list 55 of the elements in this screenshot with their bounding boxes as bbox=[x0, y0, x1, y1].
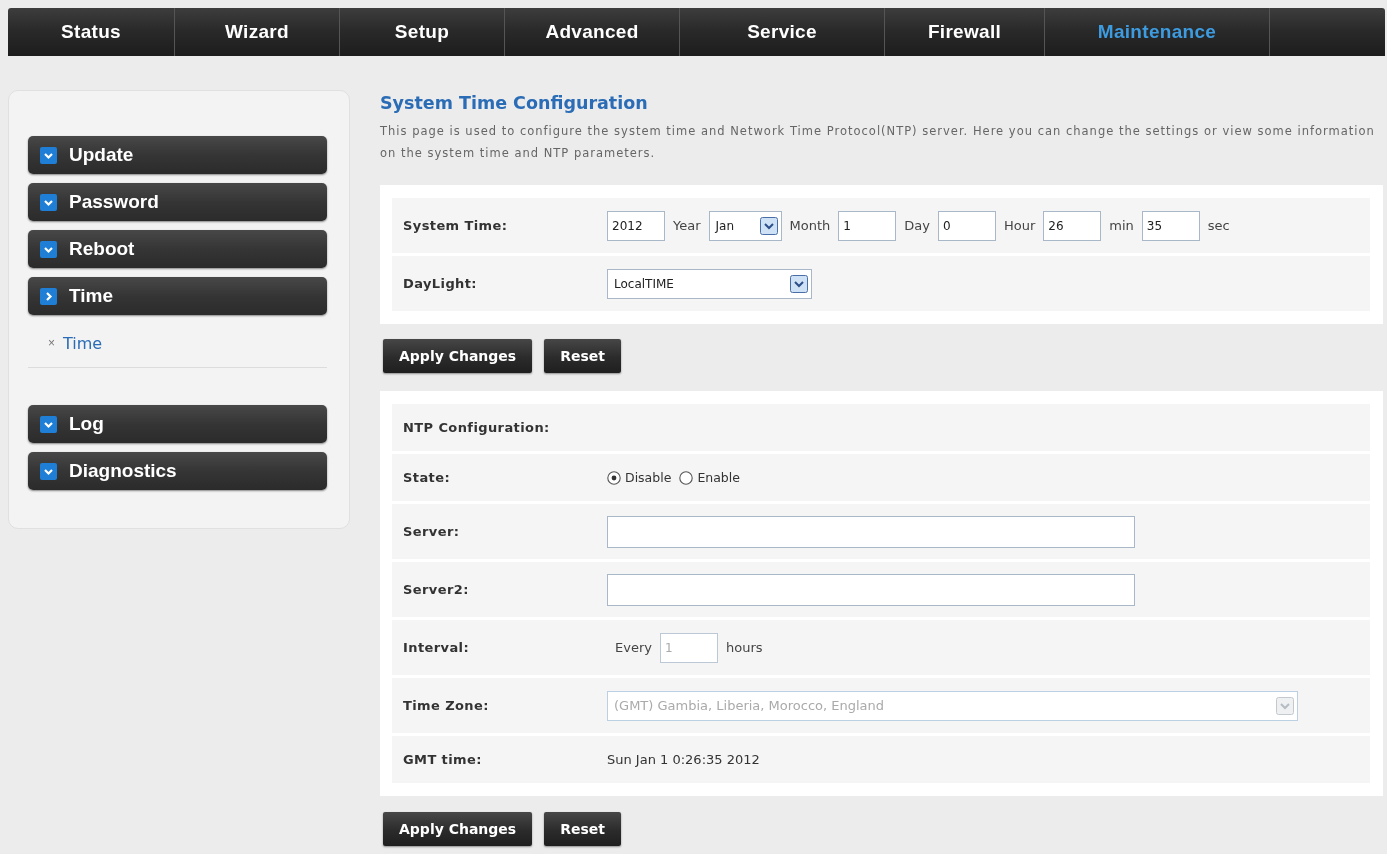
nav-tab[interactable]: Setup bbox=[340, 8, 505, 56]
sidebar-menu-item[interactable]: Reboot bbox=[28, 230, 327, 268]
input-field[interactable]: 26 bbox=[1043, 210, 1102, 241]
input-field[interactable]: 1 bbox=[838, 210, 897, 241]
unit-label: Every bbox=[615, 640, 652, 655]
field-label: Server2: bbox=[403, 582, 470, 597]
field-label: Time Zone: bbox=[403, 698, 490, 713]
nav-tab[interactable]: Wizard bbox=[175, 8, 340, 56]
nav-tab[interactable]: Status bbox=[8, 8, 175, 56]
field-label: System Time: bbox=[403, 218, 509, 233]
chevron-down-icon bbox=[1276, 696, 1294, 715]
page-description: This page is used to configure the system time and Network Time Protocol(NTP) server. Here you can change the settings or view some information on the system time and NTP parameters. bbox=[380, 123, 1376, 162]
input-field[interactable] bbox=[607, 573, 1135, 606]
field-label: State: bbox=[403, 470, 451, 485]
nav-tab[interactable]: Service bbox=[680, 8, 885, 56]
form-button[interactable]: Reset bbox=[544, 812, 621, 846]
unit-label: Year bbox=[673, 218, 701, 233]
chevron-down-icon bbox=[759, 216, 778, 235]
dropdown[interactable]: Jan bbox=[708, 210, 782, 241]
input-field[interactable]: 2012 bbox=[607, 210, 665, 241]
unit-label: hours bbox=[725, 640, 763, 655]
sidebar-menu-item[interactable]: Password bbox=[28, 183, 327, 221]
section-heading: NTP Configuration: bbox=[403, 420, 550, 435]
radio-button[interactable] bbox=[679, 470, 694, 485]
field-value: Sun Jan 1 0:26:35 2012 bbox=[607, 752, 760, 767]
page-title: System Time Configuration bbox=[380, 92, 649, 114]
radio-label: Enable bbox=[697, 470, 740, 485]
sidebar-menu-item[interactable]: Time bbox=[28, 277, 327, 315]
unit-label: Month bbox=[789, 218, 831, 233]
input-field[interactable] bbox=[607, 515, 1135, 548]
form-button[interactable]: Apply Changes bbox=[383, 812, 533, 846]
nav-tab[interactable]: Firewall bbox=[885, 8, 1045, 56]
field-label: GMT time: bbox=[403, 752, 483, 767]
input-field[interactable]: 35 bbox=[1141, 210, 1200, 241]
field-label: Interval: bbox=[403, 640, 471, 655]
nav-tab[interactable]: Advanced bbox=[505, 8, 680, 56]
unit-label: Day bbox=[904, 218, 930, 233]
sidebar-menu-item[interactable]: Diagnostics bbox=[28, 452, 327, 490]
nav-tab[interactable]: Maintenance bbox=[1045, 8, 1270, 56]
form-button[interactable]: Reset bbox=[544, 339, 621, 373]
field-label: DayLight: bbox=[403, 276, 478, 291]
dropdown[interactable]: LocalTIME bbox=[607, 268, 812, 299]
form-button[interactable]: Apply Changes bbox=[383, 339, 533, 373]
radio-button[interactable] bbox=[607, 470, 621, 485]
unit-label: sec bbox=[1207, 218, 1230, 233]
sidebar-menu-item[interactable]: Update bbox=[28, 136, 327, 174]
chevron-down-icon bbox=[790, 274, 808, 293]
field-label: Server: bbox=[403, 524, 461, 539]
input-field[interactable]: 0 bbox=[937, 210, 996, 241]
radio-label: Disable bbox=[625, 470, 672, 485]
unit-label: Hour bbox=[1003, 218, 1036, 233]
submenu-link[interactable]: Time bbox=[63, 333, 103, 353]
menu-bullet: × bbox=[48, 336, 55, 350]
unit-label: min bbox=[1109, 218, 1134, 233]
sidebar-menu-item[interactable]: Log bbox=[28, 405, 327, 443]
